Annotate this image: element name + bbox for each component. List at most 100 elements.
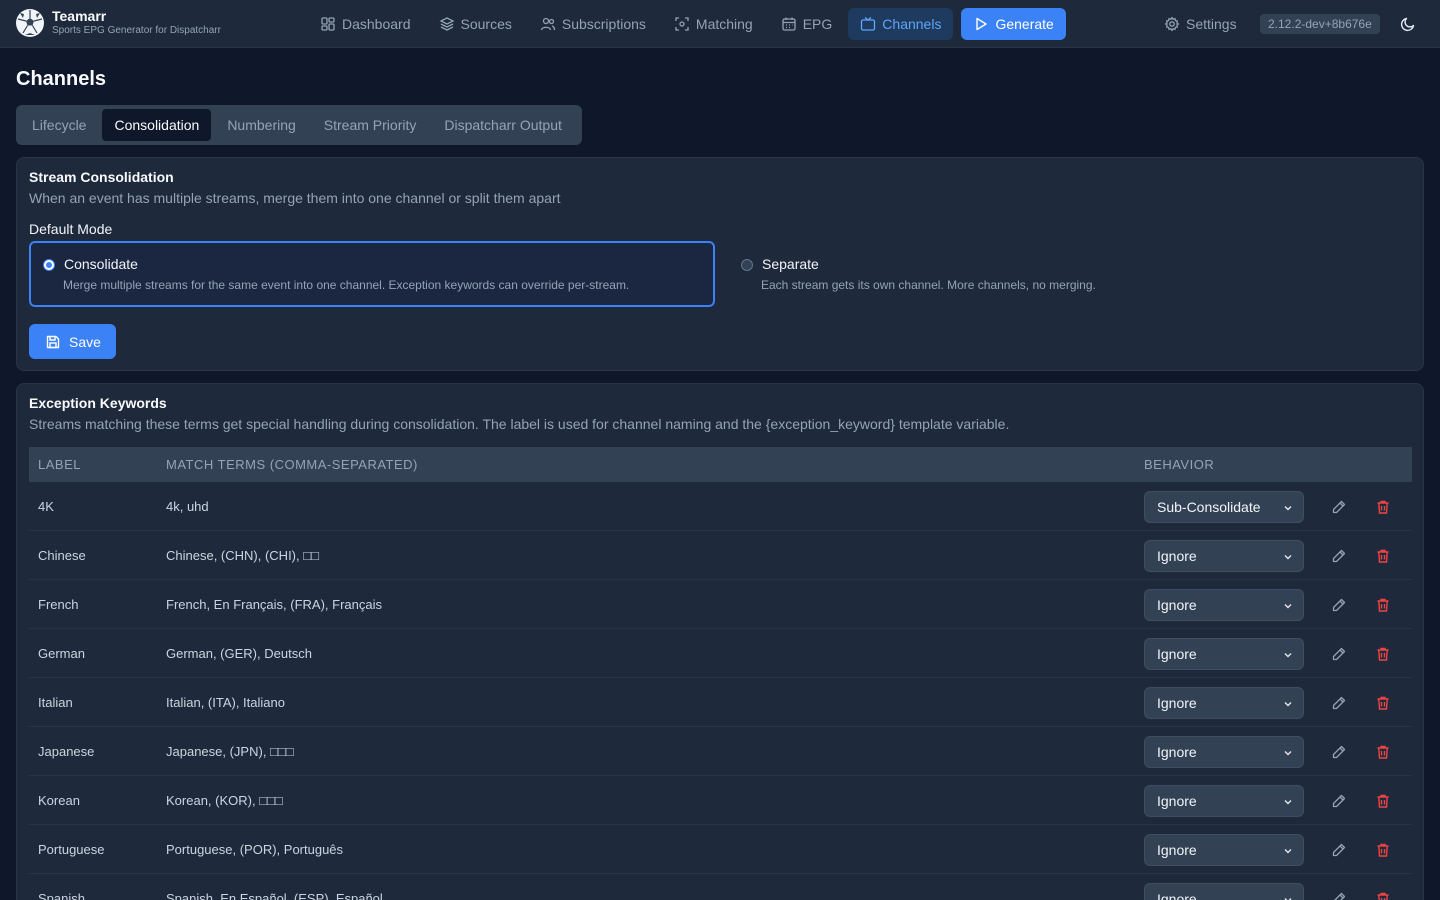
edit-button[interactable] bbox=[1331, 499, 1347, 518]
consolidation-description: When an event has multiple streams, merg… bbox=[29, 190, 561, 206]
delete-button[interactable] bbox=[1375, 646, 1391, 665]
mode-option-separate[interactable]: Separate Each stream gets its own channe… bbox=[727, 241, 1413, 307]
nav-dashboard-label: Dashboard bbox=[342, 16, 411, 32]
trash-icon bbox=[1375, 843, 1391, 861]
chevron-down-icon bbox=[1284, 653, 1292, 658]
app-title: Teamarr bbox=[52, 8, 107, 24]
nav-matching[interactable]: Matching bbox=[662, 8, 765, 40]
generate-button[interactable]: Generate bbox=[961, 8, 1066, 40]
behavior-value: Ignore bbox=[1157, 744, 1197, 760]
pencil-icon bbox=[1331, 745, 1347, 763]
save-icon bbox=[46, 335, 60, 348]
generate-label: Generate bbox=[995, 16, 1054, 32]
table-body: 4K 4k, uhd Sub-Consolidate Chinese Chinese, … bbox=[29, 482, 1412, 900]
pencil-icon bbox=[1331, 500, 1347, 518]
behavior-select[interactable]: Sub-Consolidate bbox=[1144, 491, 1304, 523]
keyword-label: Portuguese bbox=[38, 842, 105, 857]
nav-sources[interactable]: Sources bbox=[427, 8, 524, 40]
tab-consolidation[interactable]: Consolidation bbox=[102, 109, 212, 141]
trash-icon bbox=[1375, 647, 1391, 665]
delete-button[interactable] bbox=[1375, 695, 1391, 714]
brand[interactable]: Teamarr Sports EPG Generator for Dispatc… bbox=[16, 8, 221, 38]
keyword-match-terms: Portuguese, (POR), Português bbox=[166, 842, 344, 857]
chevron-down-icon bbox=[1284, 702, 1292, 707]
edit-button[interactable] bbox=[1331, 548, 1347, 567]
delete-button[interactable] bbox=[1375, 597, 1391, 616]
trash-icon bbox=[1375, 745, 1391, 763]
app-subtitle: Sports EPG Generator for Dispatcharr bbox=[52, 25, 221, 36]
edit-button[interactable] bbox=[1331, 842, 1347, 861]
behavior-select[interactable]: Ignore bbox=[1144, 589, 1304, 621]
trash-icon bbox=[1375, 549, 1391, 567]
nav-dashboard[interactable]: Dashboard bbox=[308, 8, 423, 40]
behavior-select[interactable]: Ignore bbox=[1144, 785, 1304, 817]
behavior-value: Sub-Consolidate bbox=[1157, 499, 1261, 515]
theme-toggle-button[interactable] bbox=[1396, 12, 1420, 36]
keyword-label: Japanese bbox=[38, 744, 95, 759]
keyword-label: German bbox=[38, 646, 85, 661]
tv-icon bbox=[861, 17, 876, 31]
nav-epg-label: EPG bbox=[802, 16, 833, 32]
trash-icon bbox=[1375, 598, 1391, 616]
exceptions-description: Streams matching these terms get special… bbox=[29, 416, 1010, 432]
edit-button[interactable] bbox=[1331, 646, 1347, 665]
chevron-down-icon bbox=[1284, 604, 1292, 609]
behavior-select[interactable]: Ignore bbox=[1144, 736, 1304, 768]
tab-numbering[interactable]: Numbering bbox=[215, 109, 307, 141]
pencil-icon bbox=[1331, 549, 1347, 567]
table-row: 4K 4k, uhd Sub-Consolidate bbox=[29, 482, 1412, 531]
tab-dispatcharr-output[interactable]: Dispatcharr Output bbox=[432, 109, 574, 141]
keyword-match-terms: Italian, (ITA), Italiano bbox=[166, 695, 285, 710]
table-row: French French, En Français, (FRA), França… bbox=[29, 580, 1412, 629]
pencil-icon bbox=[1331, 843, 1347, 861]
mode-option-consolidate[interactable]: Consolidate Merge multiple streams for t… bbox=[29, 241, 715, 307]
behavior-value: Ignore bbox=[1157, 891, 1197, 900]
tab-lifecycle[interactable]: Lifecycle bbox=[20, 109, 98, 141]
pencil-icon bbox=[1331, 892, 1347, 900]
pencil-icon bbox=[1331, 794, 1347, 812]
delete-button[interactable] bbox=[1375, 793, 1391, 812]
table-header: LABEL MATCH TERMS (COMMA-SEPARATED) BEHA… bbox=[29, 447, 1412, 482]
nav-settings[interactable]: Settings bbox=[1152, 8, 1249, 40]
save-button[interactable]: Save bbox=[29, 324, 116, 359]
trash-icon bbox=[1375, 500, 1391, 518]
behavior-select[interactable]: Ignore bbox=[1144, 540, 1304, 572]
separate-radio[interactable] bbox=[741, 259, 753, 271]
keyword-label: French bbox=[38, 597, 79, 612]
table-row: Chinese Chinese, (CHN), (CHI), □□ Ignore bbox=[29, 531, 1412, 580]
keyword-match-terms: Japanese, (JPN), □□□ bbox=[166, 744, 294, 759]
edit-button[interactable] bbox=[1331, 891, 1347, 900]
delete-button[interactable] bbox=[1375, 548, 1391, 567]
exception-keywords-card: Exception Keywords Streams matching thes… bbox=[16, 383, 1424, 900]
behavior-select[interactable]: Ignore bbox=[1144, 883, 1304, 900]
chevron-down-icon bbox=[1284, 898, 1292, 900]
edit-button[interactable] bbox=[1331, 793, 1347, 812]
nav-channels[interactable]: Channels bbox=[848, 8, 954, 40]
nav-epg[interactable]: EPG bbox=[769, 8, 845, 40]
exception-keywords-table: LABEL MATCH TERMS (COMMA-SEPARATED) BEHA… bbox=[29, 447, 1412, 900]
delete-button[interactable] bbox=[1375, 842, 1391, 861]
keyword-match-terms: Spanish, En Español, (ESP), Español bbox=[166, 891, 383, 900]
nav-subscriptions[interactable]: Subscriptions bbox=[528, 8, 658, 40]
behavior-value: Ignore bbox=[1157, 695, 1197, 711]
nav-matching-label: Matching bbox=[695, 16, 753, 32]
trash-icon bbox=[1375, 794, 1391, 812]
behavior-select[interactable]: Ignore bbox=[1144, 638, 1304, 670]
delete-button[interactable] bbox=[1375, 499, 1391, 518]
edit-button[interactable] bbox=[1331, 597, 1347, 616]
behavior-select[interactable]: Ignore bbox=[1144, 687, 1304, 719]
consolidate-radio[interactable] bbox=[43, 259, 55, 271]
behavior-value: Ignore bbox=[1157, 842, 1197, 858]
behavior-value: Ignore bbox=[1157, 548, 1197, 564]
trash-icon bbox=[1375, 892, 1391, 900]
delete-button[interactable] bbox=[1375, 744, 1391, 763]
layers-icon bbox=[439, 17, 454, 31]
table-row: Korean Korean, (KOR), □□□ Ignore bbox=[29, 776, 1412, 825]
behavior-select[interactable]: Ignore bbox=[1144, 834, 1304, 866]
edit-button[interactable] bbox=[1331, 695, 1347, 714]
tab-stream-priority[interactable]: Stream Priority bbox=[312, 109, 429, 141]
chevron-down-icon bbox=[1284, 800, 1292, 805]
separate-option-name: Separate bbox=[762, 256, 819, 272]
edit-button[interactable] bbox=[1331, 744, 1347, 763]
delete-button[interactable] bbox=[1375, 891, 1391, 900]
